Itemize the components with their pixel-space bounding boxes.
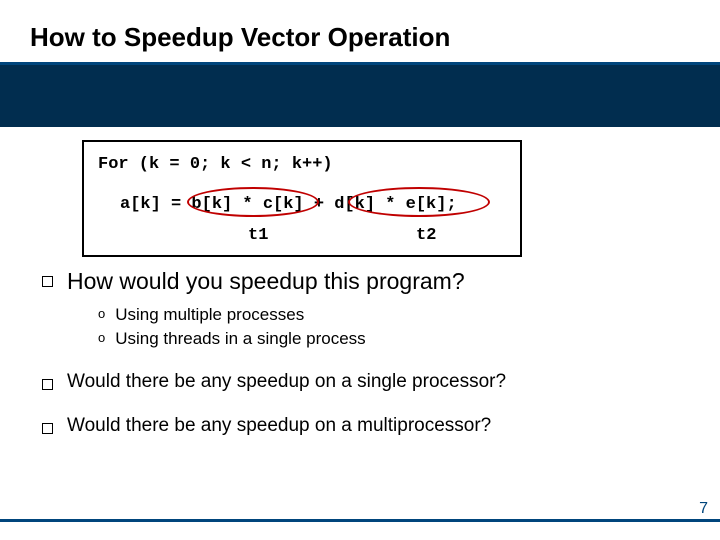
square-bullet-icon xyxy=(42,423,53,434)
sub-bullet-item: o Using threads in a single process xyxy=(98,329,682,349)
slide-title: How to Speedup Vector Operation xyxy=(30,22,450,53)
question-2: Would there be any speedup on a single p… xyxy=(67,371,506,393)
footer-line xyxy=(0,519,720,522)
bullet-item-2: Would there be any speedup on a single p… xyxy=(42,371,682,393)
circle-bullet-icon: o xyxy=(98,330,105,345)
sub-bullet-list: o Using multiple processes o Using threa… xyxy=(98,305,682,349)
bullet-item-1: How would you speedup this program? xyxy=(42,268,682,295)
sub-option-2: Using threads in a single process xyxy=(115,329,365,349)
page-number: 7 xyxy=(699,500,708,518)
header-band xyxy=(0,65,720,127)
sub-bullet-item: o Using multiple processes xyxy=(98,305,682,325)
bullet-item-3: Would there be any speedup on a multipro… xyxy=(42,415,682,437)
label-t2: t2 xyxy=(416,223,436,249)
sub-option-1: Using multiple processes xyxy=(115,305,304,325)
code-expression: a[k] = b[k] * c[k] + d[k] * e[k]; xyxy=(120,195,457,214)
circle-bullet-icon: o xyxy=(98,306,105,321)
code-box: For (k = 0; k < n; k++) a[k] = b[k] * c[… xyxy=(82,140,522,257)
code-line-2: a[k] = b[k] * c[k] + d[k] * e[k]; xyxy=(120,192,506,218)
slide: How to Speedup Vector Operation For (k =… xyxy=(0,0,720,540)
question-3: Would there be any speedup on a multipro… xyxy=(67,415,491,437)
square-bullet-icon xyxy=(42,276,53,287)
question-1: How would you speedup this program? xyxy=(67,268,465,295)
code-line-1: For (k = 0; k < n; k++) xyxy=(98,152,506,178)
bullet-list: How would you speedup this program? o Us… xyxy=(42,268,682,437)
square-bullet-icon xyxy=(42,379,53,390)
label-t1: t1 xyxy=(248,223,268,249)
